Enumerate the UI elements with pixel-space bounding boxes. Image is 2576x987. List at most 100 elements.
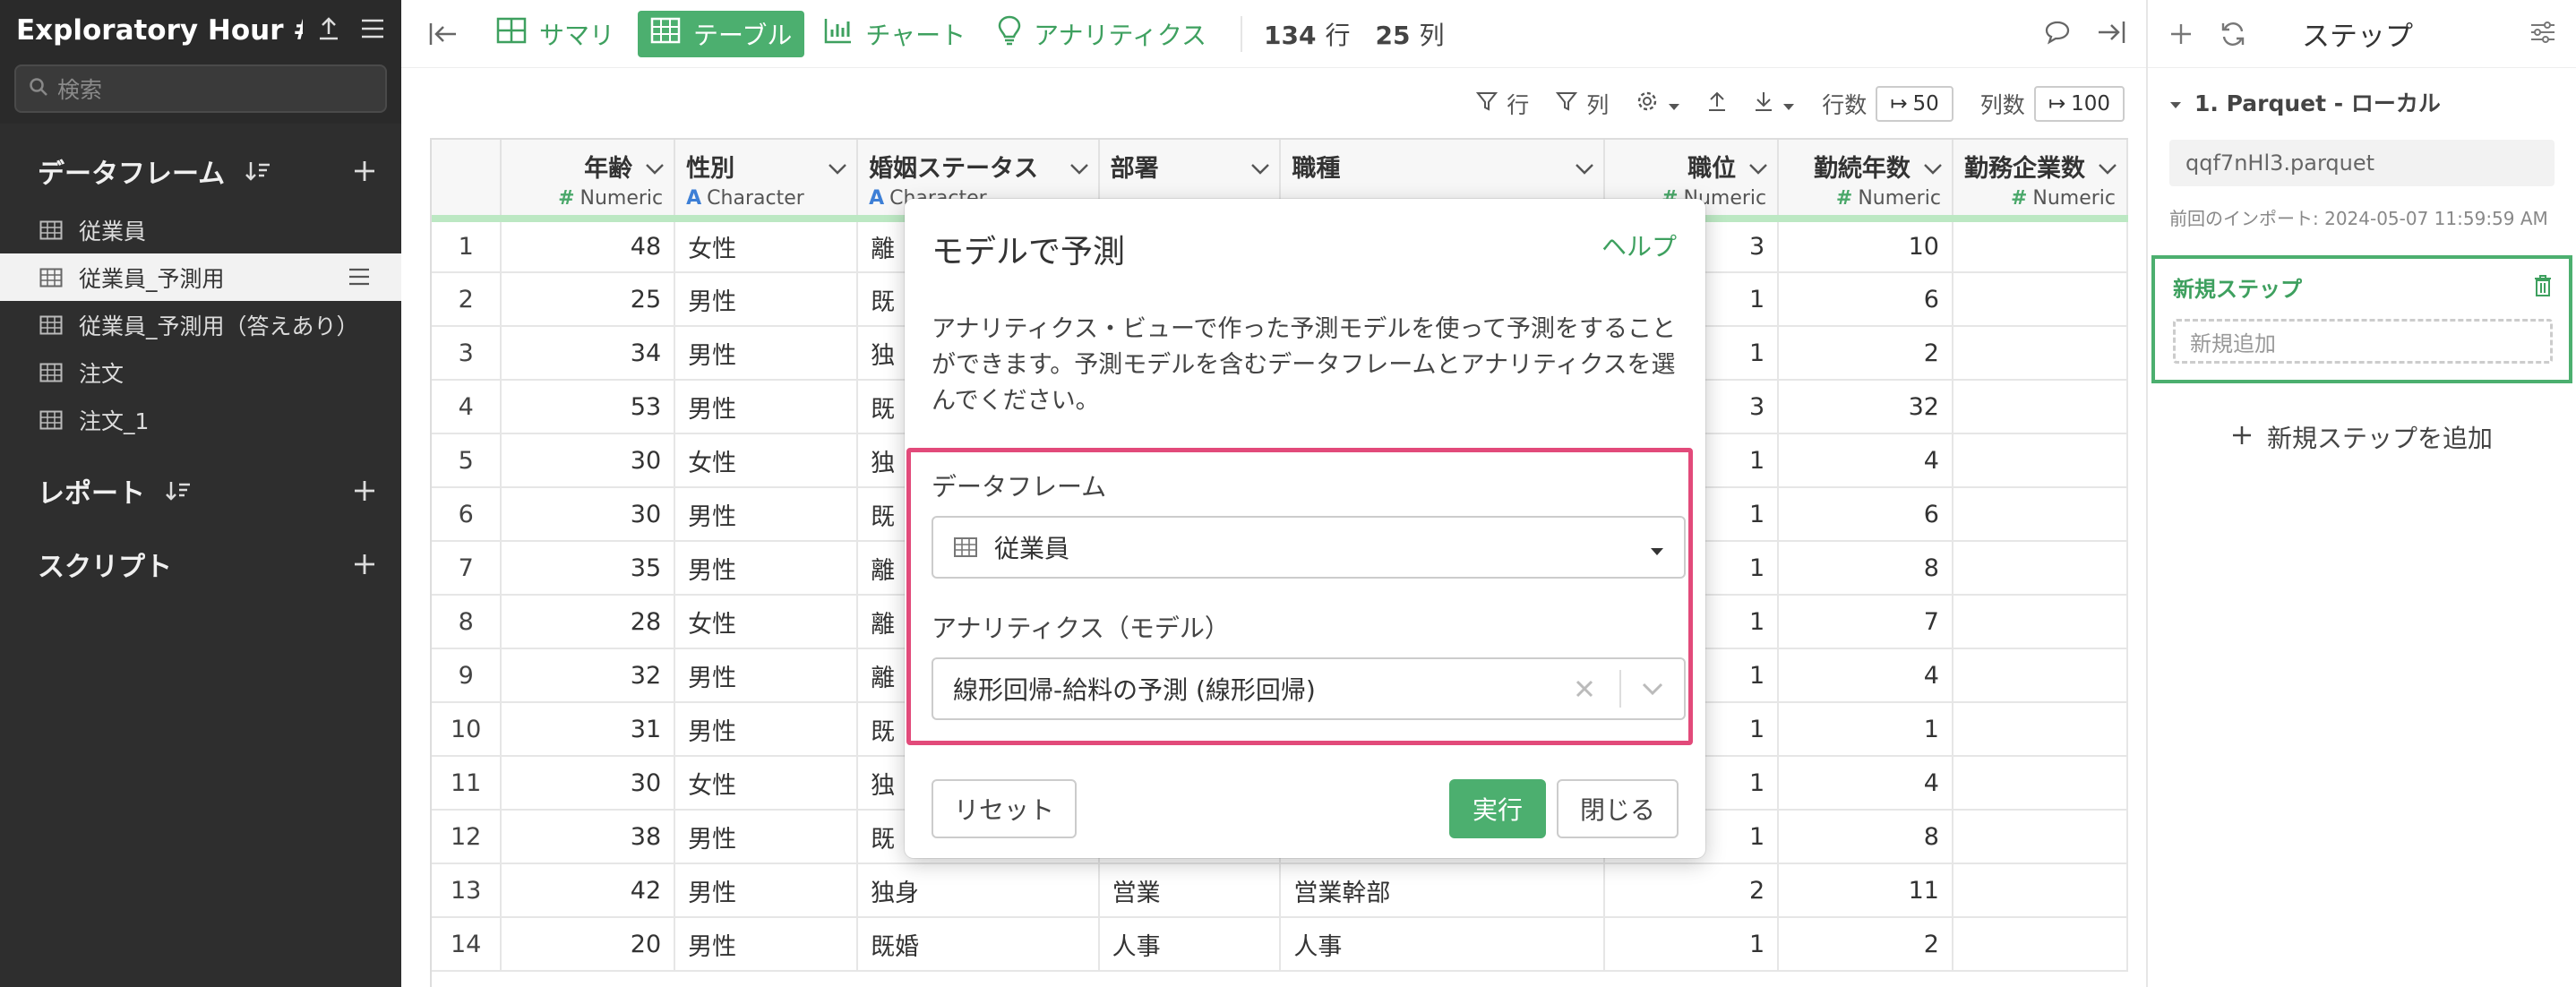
clear-icon[interactable] [1575,679,1594,699]
table-cell[interactable] [1952,702,2128,757]
cols-limit-input[interactable]: ↦ 100 [2033,86,2125,122]
table-cell[interactable]: 男性 [674,380,859,434]
new-step-add-input[interactable]: 新規追加 [2173,319,2553,364]
collapse-left-icon[interactable] [428,21,459,47]
table-cell[interactable]: 男性 [674,272,859,327]
table-cell[interactable]: 4 [1778,648,1953,703]
table-cell[interactable]: 人事 [1098,917,1282,972]
add-report-icon[interactable] [353,479,376,502]
menu-icon[interactable] [360,18,385,43]
table-cell[interactable]: 営業幹部 [1280,863,1606,918]
sort-icon[interactable] [245,159,271,183]
export-button[interactable] [1707,90,1727,117]
table-cell[interactable] [1952,756,2128,811]
table-cell[interactable]: 2 [1778,326,1953,381]
chevron-down-icon[interactable] [828,154,847,182]
table-cell[interactable]: 30 [501,487,676,542]
table-cell[interactable] [1952,219,2128,273]
chevron-down-icon[interactable] [1641,682,1664,696]
chevron-down-icon[interactable] [1923,154,1943,182]
add-dataframe-icon[interactable] [353,159,376,183]
dataframe-item[interactable]: 従業員 [0,206,401,253]
table-cell[interactable]: 30 [501,433,676,488]
chevron-down-icon[interactable] [2098,154,2117,182]
table-cell[interactable]: 男性 [674,917,859,972]
table-cell[interactable]: 42 [501,863,676,918]
menu-icon[interactable] [348,266,371,292]
column-header[interactable]: 性別 A Character [674,140,859,222]
sliders-icon[interactable] [2529,20,2556,48]
table-cell[interactable] [1952,648,2128,703]
dataframe-item[interactable]: 注文_1 [0,396,401,443]
table-cell[interactable] [1952,595,2128,649]
table-cell[interactable]: 35 [501,541,676,596]
table-cell[interactable] [1952,272,2128,327]
table-cell[interactable]: 人事 [1280,917,1606,972]
dataframe-item[interactable]: 従業員_予測用（答えあり） [0,301,401,348]
chevron-down-icon[interactable] [1575,154,1594,182]
table-cell[interactable]: 48 [501,219,676,273]
table-cell[interactable]: 32 [501,648,676,703]
run-button[interactable]: 実行 [1449,779,1546,838]
table-cell[interactable] [1952,326,2128,381]
table-cell[interactable]: 1 [1604,917,1780,972]
chevron-down-icon[interactable] [645,154,665,182]
rows-limit-input[interactable]: ↦ 50 [1876,86,1953,122]
table-cell[interactable]: 6 [1778,272,1953,327]
table-cell[interactable]: 男性 [674,541,859,596]
add-step-plus-icon[interactable] [2169,22,2193,46]
table-cell[interactable]: 男性 [674,648,859,703]
download-dropdown[interactable] [1754,90,1795,117]
table-cell[interactable]: 2 [1778,917,1953,972]
chevron-down-icon[interactable] [1250,154,1270,182]
chevron-down-icon[interactable] [1748,154,1768,182]
dataframe-item[interactable]: 注文 [0,348,401,396]
chevron-down-icon[interactable] [1069,154,1089,182]
table-cell[interactable]: 女性 [674,219,859,273]
table-cell[interactable]: 男性 [674,326,859,381]
table-cell[interactable]: 7 [1778,595,1953,649]
upload-icon[interactable] [317,16,340,45]
table-cell[interactable]: 20 [501,917,676,972]
table-cell[interactable]: 10 [1778,219,1953,273]
table-cell[interactable] [1952,917,2128,972]
row-filter-button[interactable]: 行 [1476,88,1529,120]
table-cell[interactable]: 女性 [674,756,859,811]
column-header[interactable]: 年齢 # Numeric [501,140,676,222]
column-header[interactable]: 勤続年数 # Numeric [1778,140,1953,222]
table-cell[interactable]: 30 [501,756,676,811]
table-cell[interactable]: 営業 [1098,863,1282,918]
add-script-icon[interactable] [353,553,376,576]
table-cell[interactable]: 34 [501,326,676,381]
table-cell[interactable] [1952,863,2128,918]
table-cell[interactable]: 既婚 [857,917,1100,972]
table-cell[interactable]: 53 [501,380,676,434]
table-cell[interactable]: 男性 [674,863,859,918]
table-cell[interactable]: 男性 [674,810,859,864]
settings-dropdown[interactable] [1636,90,1680,118]
help-link[interactable]: ヘルプ [1601,227,1677,263]
close-button[interactable]: 閉じる [1557,779,1679,838]
table-cell[interactable]: 31 [501,702,676,757]
table-cell[interactable]: 2 [1604,863,1780,918]
sort-icon[interactable] [165,479,192,502]
comment-icon[interactable] [2044,20,2071,48]
table-cell[interactable]: 男性 [674,702,859,757]
table-cell[interactable]: 8 [1778,810,1953,864]
step-item[interactable]: 1. Parquet - ローカル qqf7nHl3.parquet 前回のイン… [2148,68,2576,230]
caret-down-icon[interactable] [2169,90,2182,116]
table-cell[interactable]: 38 [501,810,676,864]
reset-button[interactable]: リセット [932,779,1077,838]
dataframe-select[interactable]: 従業員 [932,516,1686,579]
table-cell[interactable]: 11 [1778,863,1953,918]
tab-analytics[interactable]: アナリティクス [985,11,1219,57]
table-cell[interactable]: 1 [1778,702,1953,757]
project-title[interactable]: Exploratory Hour #... [16,14,303,47]
table-cell[interactable]: 独身 [857,863,1100,918]
collapse-right-icon[interactable] [2096,19,2126,49]
search-input[interactable]: 検索 [14,64,387,113]
table-cell[interactable]: 28 [501,595,676,649]
table-cell[interactable]: 4 [1778,433,1953,488]
table-cell[interactable] [1952,487,2128,542]
table-cell[interactable] [1952,541,2128,596]
